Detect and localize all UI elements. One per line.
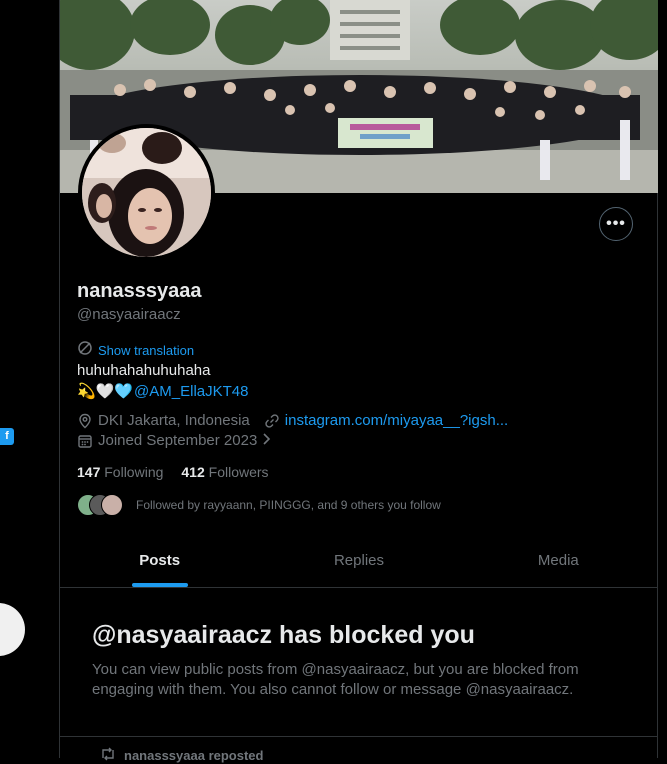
- tab-label: Media: [537, 551, 579, 569]
- location-text: DKI Jakarta, Indonesia: [98, 412, 250, 429]
- active-tab-indicator: [131, 583, 188, 587]
- bio-line: huhuhahahuhuhaha: [77, 362, 211, 379]
- joined-row: Joined September 2023: [77, 432, 271, 449]
- left-rail: f: [0, 0, 60, 758]
- blocked-message: You can view public posts from @nasyaair…: [92, 661, 579, 698]
- calendar-icon: [77, 433, 93, 449]
- translate-icon: [77, 340, 93, 361]
- repost-label[interactable]: nanasssyaaa reposted: [124, 748, 263, 763]
- followers-link[interactable]: 412 Followers: [181, 464, 268, 480]
- location-icon: [77, 413, 93, 429]
- divider: [60, 736, 658, 737]
- bio-mention-link[interactable]: @AM_EllaJKT48: [134, 383, 248, 400]
- blocked-title: @nasyaairaacz has blocked you: [92, 621, 475, 649]
- link-icon: [264, 413, 280, 429]
- followers-count: 412: [181, 464, 205, 480]
- tab-media[interactable]: Media: [459, 533, 658, 587]
- following-link[interactable]: 147 Following: [77, 464, 163, 480]
- followers-label: Followers: [208, 464, 269, 480]
- profile-handle: @nasyaairaacz: [77, 306, 181, 323]
- website-link[interactable]: instagram.com/miyayaa__?igsh...: [285, 412, 508, 429]
- avatar: [101, 494, 123, 516]
- profile-column: ••• nanasssyaaa @nasyaairaacz Show trans…: [59, 0, 658, 763]
- followed-by-text: Followed by rayyaann, PIINGGG, and 9 oth…: [136, 498, 441, 512]
- blocked-notice: @nasyaairaacz has blocked you You can vi…: [92, 620, 612, 700]
- chevron-right-icon[interactable]: [261, 432, 271, 449]
- following-label: Following: [104, 464, 164, 480]
- bio-emojis: 💫🤍🩵: [77, 383, 134, 400]
- tab-replies[interactable]: Replies: [259, 533, 458, 587]
- profile-avatar[interactable]: [78, 124, 215, 261]
- bio-line-2: 💫🤍🩵 @AM_EllaJKT48: [77, 382, 248, 401]
- profile-meta-row: DKI Jakarta, Indonesia instagram.com/miy…: [77, 412, 508, 429]
- followers-you-know-avatars: [77, 494, 127, 516]
- joined-text: Joined September 2023: [98, 432, 258, 449]
- profile-tabs: Posts Replies Media: [60, 533, 658, 588]
- floating-circle-button[interactable]: [0, 603, 25, 656]
- repost-icon: [100, 747, 116, 764]
- show-translation-label[interactable]: Show translation: [98, 343, 194, 358]
- following-count: 147: [77, 464, 101, 480]
- repost-indicator: nanasssyaaa reposted: [100, 747, 263, 764]
- tab-label: Replies: [333, 551, 384, 569]
- show-translation-link[interactable]: Show translation: [77, 340, 194, 361]
- followed-by-row[interactable]: Followed by rayyaann, PIINGGG, and 9 oth…: [77, 494, 441, 516]
- follow-stats: 147 Following 412 Followers: [77, 464, 269, 480]
- more-dots-icon: •••: [606, 215, 626, 232]
- more-options-button[interactable]: •••: [599, 207, 633, 241]
- display-name: nanasssyaaa: [77, 280, 202, 302]
- facebook-badge-icon[interactable]: f: [0, 428, 14, 445]
- tab-label: Posts: [139, 551, 181, 569]
- tab-posts[interactable]: Posts: [60, 533, 259, 587]
